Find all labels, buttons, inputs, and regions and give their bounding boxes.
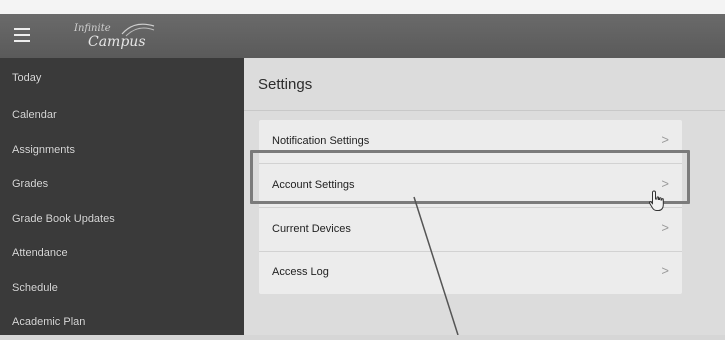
settings-row-label: Current Devices bbox=[272, 223, 351, 235]
top-bar: Infinite Campus bbox=[0, 14, 725, 58]
settings-row-label: Notification Settings bbox=[272, 135, 370, 147]
infinite-campus-logo[interactable]: Infinite Campus bbox=[72, 20, 162, 52]
hamburger-menu-icon[interactable] bbox=[14, 28, 30, 42]
sidebar-item-academic-plan[interactable]: Academic Plan bbox=[0, 305, 244, 340]
sidebar-item-grades[interactable]: Grades bbox=[0, 167, 244, 202]
title-divider bbox=[244, 110, 725, 111]
sidebar-item-grade-book-updates[interactable]: Grade Book Updates bbox=[0, 202, 244, 237]
account-settings-highlight-box bbox=[250, 150, 690, 204]
sidebar: Today Calendar Assignments Grades Grade … bbox=[0, 58, 244, 335]
sidebar-item-schedule[interactable]: Schedule bbox=[0, 271, 244, 306]
sidebar-item-attendance[interactable]: Attendance bbox=[0, 236, 244, 271]
chevron-right-icon: > bbox=[661, 220, 669, 235]
cropped-page-text bbox=[0, 0, 725, 14]
sidebar-item-assignments[interactable]: Assignments bbox=[0, 133, 244, 168]
settings-row-label: Access Log bbox=[272, 266, 329, 278]
settings-row-access-log[interactable]: Access Log > bbox=[259, 251, 682, 294]
settings-row-current-devices[interactable]: Current Devices > bbox=[259, 208, 682, 252]
logo-swoosh-icon bbox=[121, 23, 155, 37]
logo-text-infinite: Infinite bbox=[74, 23, 111, 34]
sidebar-item-today[interactable]: Today bbox=[0, 58, 244, 98]
settings-list: Notification Settings > Account Settings… bbox=[259, 120, 682, 294]
hand-pointer-icon bbox=[648, 190, 664, 211]
page-title: Settings bbox=[258, 76, 313, 93]
sidebar-item-calendar[interactable]: Calendar bbox=[0, 98, 244, 133]
chevron-right-icon: > bbox=[661, 263, 669, 278]
chevron-right-icon: > bbox=[661, 132, 669, 147]
